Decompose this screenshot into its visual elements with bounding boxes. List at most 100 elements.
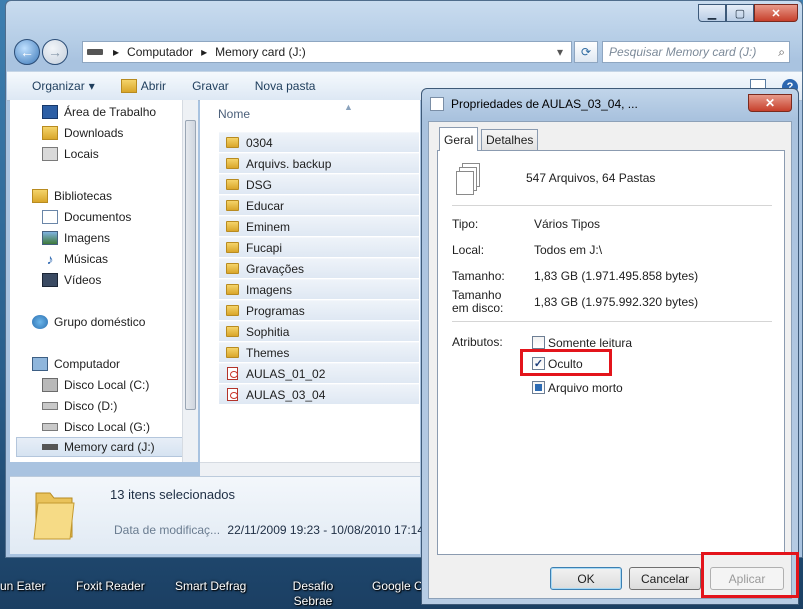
desktop-icon-label[interactable]: Smart Defrag [175,579,246,594]
tab-label: Geral [444,132,474,147]
desktop-icon-label[interactable]: Google C [372,579,423,594]
nav-label: Área de Trabalho [64,105,157,119]
chevron-down-icon[interactable]: ▾ [557,45,563,59]
file-name: Imagens [246,282,293,297]
minimize-button[interactable]: ▁ [698,4,726,22]
new-folder-label: Nova pasta [254,79,316,93]
documents-icon [42,210,58,224]
nav-label: Locais [64,147,99,161]
file-name: AULAS_01_02 [246,366,326,381]
apply-highlight-box [701,552,799,598]
archive-checkbox[interactable] [532,381,545,394]
file-row[interactable]: AULAS_01_02 [219,363,419,383]
multiple-files-icon [456,163,482,195]
location-value: Todos em J:\ [534,243,603,257]
file-name: Sophitia [246,324,290,339]
size-on-disk-value: 1,83 GB (1.975.992.320 bytes) [534,295,699,309]
nav-label: Bibliotecas [54,189,113,203]
nav-label: Músicas [64,252,109,266]
file-list: ▲ Nome 0304 Arquivs. backup DSG Educar Emine… [200,100,420,462]
modified-date-value: 22/11/2009 19:23 - 10/08/2010 17:14 [227,523,425,537]
folder-icon [226,200,239,211]
tab-details[interactable]: Detalhes [481,129,539,150]
cancel-button[interactable]: Cancelar [629,567,701,590]
folder-icon [226,179,239,190]
maximize-button[interactable]: ▢ [726,4,754,22]
computer-icon [32,357,48,371]
address-bar[interactable]: ▸ Computador ▸ Memory card (J:) ▾ [82,41,572,63]
read-only-checkbox[interactable] [532,336,545,349]
window-controls: ▁ ▢ ✕ [698,4,798,22]
read-only-label: Somente leitura [548,336,633,350]
search-input[interactable]: Pesquisar Memory card (J:) ⌕ [602,41,790,63]
navigation-pane: Área de Trabalho Downloads Locais Biblio… [10,100,190,462]
videos-icon [42,273,58,287]
breadcrumb-memory-card[interactable]: Memory card (J:) [215,45,306,59]
file-row[interactable]: Themes [219,342,419,362]
modified-date-label: Data de modificaç... [114,523,221,537]
open-label: Abrir [140,79,167,93]
folder-icon [226,137,239,148]
selection-count: 13 itens selecionados [110,487,236,502]
file-row[interactable]: Programas [219,300,419,320]
hidden-checkbox[interactable]: ✓ [532,357,545,370]
open-button[interactable]: Abrir [120,79,167,93]
file-name: Fucapi [246,240,283,255]
file-row[interactable]: AULAS_03_04 [219,384,419,404]
tab-general[interactable]: Geral [439,127,479,151]
folder-stack-icon [33,492,75,540]
location-label: Local: [452,243,485,257]
file-row[interactable]: Imagens [219,279,419,299]
archive-label: Arquivo morto [548,381,623,395]
close-button[interactable]: ✕ [754,4,798,22]
nav-scrollbar[interactable] [182,100,198,462]
dialog-title-bar: Propriedades de AULAS_03_04, ... [430,97,638,111]
dialog-title: Propriedades de AULAS_03_04, ... [451,97,638,111]
properties-dialog: Propriedades de AULAS_03_04, ... ✕ Geral… [421,88,799,605]
file-row[interactable]: Fucapi [219,237,419,257]
breadcrumb-computer[interactable]: Computador [127,45,193,59]
breadcrumb-sep-icon: ▸ [113,45,120,59]
file-row[interactable]: DSG [219,174,419,194]
back-button[interactable]: ← [14,39,40,65]
details-pane: 13 itens selecionados Data de modificaç.… [10,476,424,554]
scroll-thumb[interactable] [185,120,196,410]
file-row[interactable]: Eminem [219,216,419,236]
file-row[interactable]: Arquivs. backup [219,153,419,173]
file-row[interactable]: Sophitia [219,321,419,341]
size-value: 1,83 GB (1.971.495.858 bytes) [534,269,699,283]
pdf-file-icon [227,367,238,380]
file-name: Themes [246,345,290,360]
folder-icon [226,158,239,169]
file-row[interactable]: 0304 [219,132,419,152]
dialog-close-button[interactable]: ✕ [748,94,792,112]
organize-button[interactable]: Organizar ▾ [32,79,95,93]
dialog-body: Geral Detalhes 547 Arquivos, 64 Pastas T… [428,121,792,599]
file-name: Programas [246,303,305,318]
file-row[interactable]: Educar [219,195,419,215]
nav-item-computer[interactable]: Computador [32,354,204,374]
desktop-icon-label[interactable]: un Eater [0,579,45,594]
refresh-button[interactable]: ⟳ [574,41,598,63]
type-value: Vários Tipos [534,217,601,231]
size-label: Tamanho: [452,269,505,283]
column-header-name[interactable]: Nome [218,107,250,121]
nav-label: Grupo doméstico [54,315,146,329]
breadcrumb-sep-icon: ▸ [201,45,208,59]
nav-item-homegroup[interactable]: Grupo doméstico [32,312,204,332]
general-tab-panel: 547 Arquivos, 64 Pastas Tipo: Vários Tip… [437,150,785,555]
nav-item-memory-card[interactable]: Memory card (J:) [16,437,188,457]
horizontal-scrollbar[interactable] [200,462,420,476]
ok-button[interactable]: OK [550,567,622,590]
desktop-icon-label[interactable]: Foxit Reader [76,579,145,594]
new-folder-button[interactable]: Nova pasta [255,79,316,93]
chevron-down-icon: ▾ [88,79,95,93]
desktop-icon-label[interactable]: Desafio Sebrae 2010.exe [274,579,352,609]
file-row[interactable]: Gravações [219,258,419,278]
search-placeholder: Pesquisar Memory card (J:) [609,45,757,59]
nav-item-libraries[interactable]: Bibliotecas [32,186,204,206]
search-icon: ⌕ [778,44,785,59]
summary-text: 547 Arquivos, 64 Pastas [526,171,656,185]
burn-button[interactable]: Gravar [192,79,229,93]
forward-button[interactable]: → [42,39,68,65]
